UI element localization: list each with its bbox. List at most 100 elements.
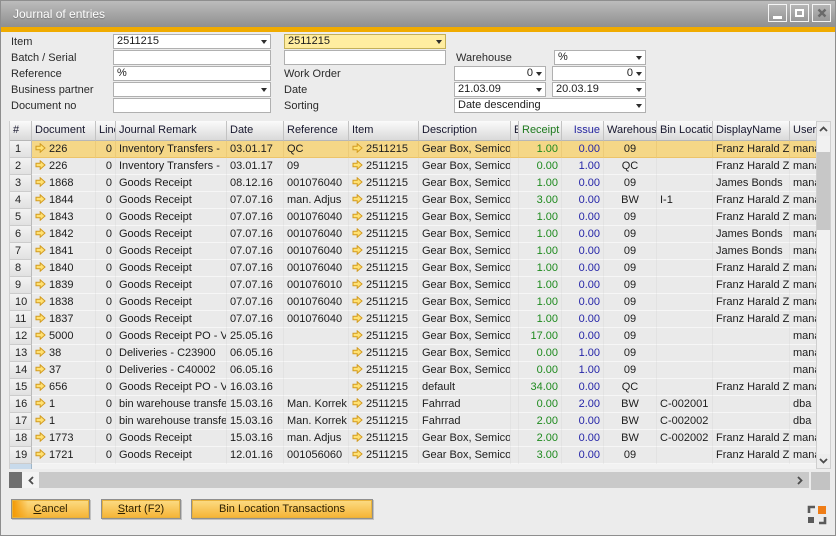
cell-e[interactable] — [511, 141, 519, 158]
cell-user[interactable]: mana — [790, 362, 817, 379]
chevron-down-icon[interactable] — [536, 88, 542, 92]
cell-journal-remark[interactable]: Goods Receipt — [116, 175, 227, 192]
link-arrow-icon[interactable] — [35, 142, 46, 158]
cell-journal-remark[interactable]: bin warehouse transfer — [116, 413, 227, 430]
link-arrow-icon[interactable] — [35, 278, 46, 294]
cell-item[interactable]: 2511215 — [349, 260, 419, 277]
cell-item[interactable]: 2511215 — [349, 226, 419, 243]
link-arrow-icon[interactable] — [35, 193, 46, 209]
cell-date[interactable]: 07.07.16 — [227, 243, 284, 260]
cell-user[interactable]: mana — [790, 209, 817, 226]
column-header-document[interactable]: Document — [32, 121, 96, 141]
cell-issue[interactable]: 0.00 — [562, 226, 604, 243]
reference-input[interactable]: % — [113, 66, 271, 81]
cell-warehouse[interactable]: BW — [604, 413, 657, 430]
cell-date[interactable]: 12.01.16 — [227, 447, 284, 464]
cell-line[interactable]: 0 — [96, 311, 116, 328]
cell-reference[interactable]: 001076040 — [284, 209, 349, 226]
cell-date[interactable]: 07.07.16 — [227, 226, 284, 243]
cell-bin-location[interactable] — [657, 379, 713, 396]
cell-item[interactable]: 2511215 — [349, 243, 419, 260]
column-header-bin[interactable]: Bin Location — [657, 121, 713, 141]
cell-reference[interactable] — [284, 345, 349, 362]
cell-display-name[interactable] — [713, 413, 790, 430]
cell-user[interactable]: mana — [790, 243, 817, 260]
cell-user[interactable]: mana — [790, 447, 817, 464]
cell-item[interactable]: 2511215 — [349, 413, 419, 430]
cell-item[interactable]: 2511215 — [349, 192, 419, 209]
cell-warehouse[interactable]: 09 — [604, 294, 657, 311]
cell-item[interactable]: 2511215 — [349, 447, 419, 464]
cell-reference[interactable] — [284, 362, 349, 379]
link-arrow-icon[interactable] — [35, 159, 46, 175]
row-number[interactable]: 10 — [10, 294, 32, 311]
link-arrow-icon[interactable] — [352, 295, 363, 311]
cell-line[interactable]: 0 — [96, 362, 116, 379]
cell-warehouse[interactable]: QC — [604, 158, 657, 175]
cell-issue[interactable]: 0.00 — [562, 260, 604, 277]
cell-reference[interactable] — [284, 379, 349, 396]
cell-reference[interactable] — [284, 328, 349, 345]
cell-item[interactable]: 2511215 — [349, 277, 419, 294]
cell-issue[interactable]: 0.00 — [562, 192, 604, 209]
cell-reference[interactable]: Man. Korrek — [284, 413, 349, 430]
column-header-user[interactable]: User — [790, 121, 817, 141]
cell-user[interactable]: dba — [790, 396, 817, 413]
link-arrow-icon[interactable] — [35, 329, 46, 345]
cell-issue[interactable]: 0.00 — [562, 175, 604, 192]
cell-receipt[interactable]: 1.00 — [519, 141, 562, 158]
cell-line[interactable]: 0 — [96, 260, 116, 277]
batch-serial-input-2[interactable] — [284, 50, 446, 65]
cell-reference[interactable]: 09 — [284, 158, 349, 175]
chevron-down-icon[interactable] — [436, 40, 442, 44]
cell-bin-location[interactable] — [657, 260, 713, 277]
table-row[interactable]: 1250000Goods Receipt PO - V2025.05.16251… — [10, 328, 817, 345]
cell-description[interactable]: Gear Box, Semicondu — [419, 226, 511, 243]
cell-reference[interactable]: man. Adjus — [284, 430, 349, 447]
cell-warehouse[interactable]: 09 — [604, 141, 657, 158]
cell-receipt[interactable]: 2.00 — [519, 430, 562, 447]
chevron-down-icon[interactable] — [261, 40, 267, 44]
cell-receipt[interactable]: 1.00 — [519, 311, 562, 328]
row-number[interactable]: 13 — [10, 345, 32, 362]
work-order-to-combo[interactable]: 0 — [552, 66, 646, 81]
cell-receipt[interactable]: 2.00 — [519, 413, 562, 430]
row-number[interactable]: 9 — [10, 277, 32, 294]
row-number[interactable]: 1 — [10, 141, 32, 158]
link-arrow-icon[interactable] — [35, 397, 46, 413]
cell-user[interactable]: mana — [790, 192, 817, 209]
cell-line[interactable]: 0 — [96, 175, 116, 192]
cell-receipt[interactable]: 0.00 — [519, 345, 562, 362]
sorting-combo[interactable]: Date descending — [454, 98, 646, 113]
cell-item[interactable]: 2511215 — [349, 328, 419, 345]
cell-description[interactable]: Gear Box, Semicondu — [419, 328, 511, 345]
cell-reference[interactable]: QC — [284, 141, 349, 158]
table-row[interactable]: 1118370Goods Receipt07.07.16001076040251… — [10, 311, 817, 328]
table-row[interactable]: 418440Goods Receipt07.07.16man. Adjus251… — [10, 192, 817, 209]
cell-line[interactable]: 0 — [96, 192, 116, 209]
cell-line[interactable]: 0 — [96, 345, 116, 362]
link-arrow-icon[interactable] — [35, 261, 46, 277]
cell-receipt[interactable]: 1.00 — [519, 277, 562, 294]
link-arrow-icon[interactable] — [352, 346, 363, 362]
cell-line[interactable]: 0 — [96, 294, 116, 311]
row-number[interactable]: 2 — [10, 158, 32, 175]
cell-display-name[interactable]: Franz Harald Zir — [713, 158, 790, 175]
link-arrow-icon[interactable] — [35, 176, 46, 192]
cell-bin-location[interactable] — [657, 209, 713, 226]
cell-description[interactable]: Gear Box, Semicondu — [419, 277, 511, 294]
cell-line[interactable]: 0 — [96, 430, 116, 447]
link-arrow-icon[interactable] — [352, 210, 363, 226]
table-row[interactable]: 22260Inventory Transfers -03.01.17092511… — [10, 158, 817, 175]
cell-receipt[interactable]: 34.00 — [519, 379, 562, 396]
column-header-date[interactable]: Date — [227, 121, 284, 141]
cell-journal-remark[interactable]: Goods Receipt — [116, 209, 227, 226]
cell-reference[interactable]: man. Adjus — [284, 192, 349, 209]
cell-journal-remark[interactable]: Goods Receipt — [116, 430, 227, 447]
cell-display-name[interactable]: Franz Harald Zir — [713, 447, 790, 464]
cell-display-name[interactable] — [713, 362, 790, 379]
cell-item[interactable]: 2511215 — [349, 141, 419, 158]
cell-issue[interactable]: 0.00 — [562, 447, 604, 464]
cell-display-name[interactable]: James Bonds — [713, 243, 790, 260]
cell-display-name[interactable] — [713, 328, 790, 345]
